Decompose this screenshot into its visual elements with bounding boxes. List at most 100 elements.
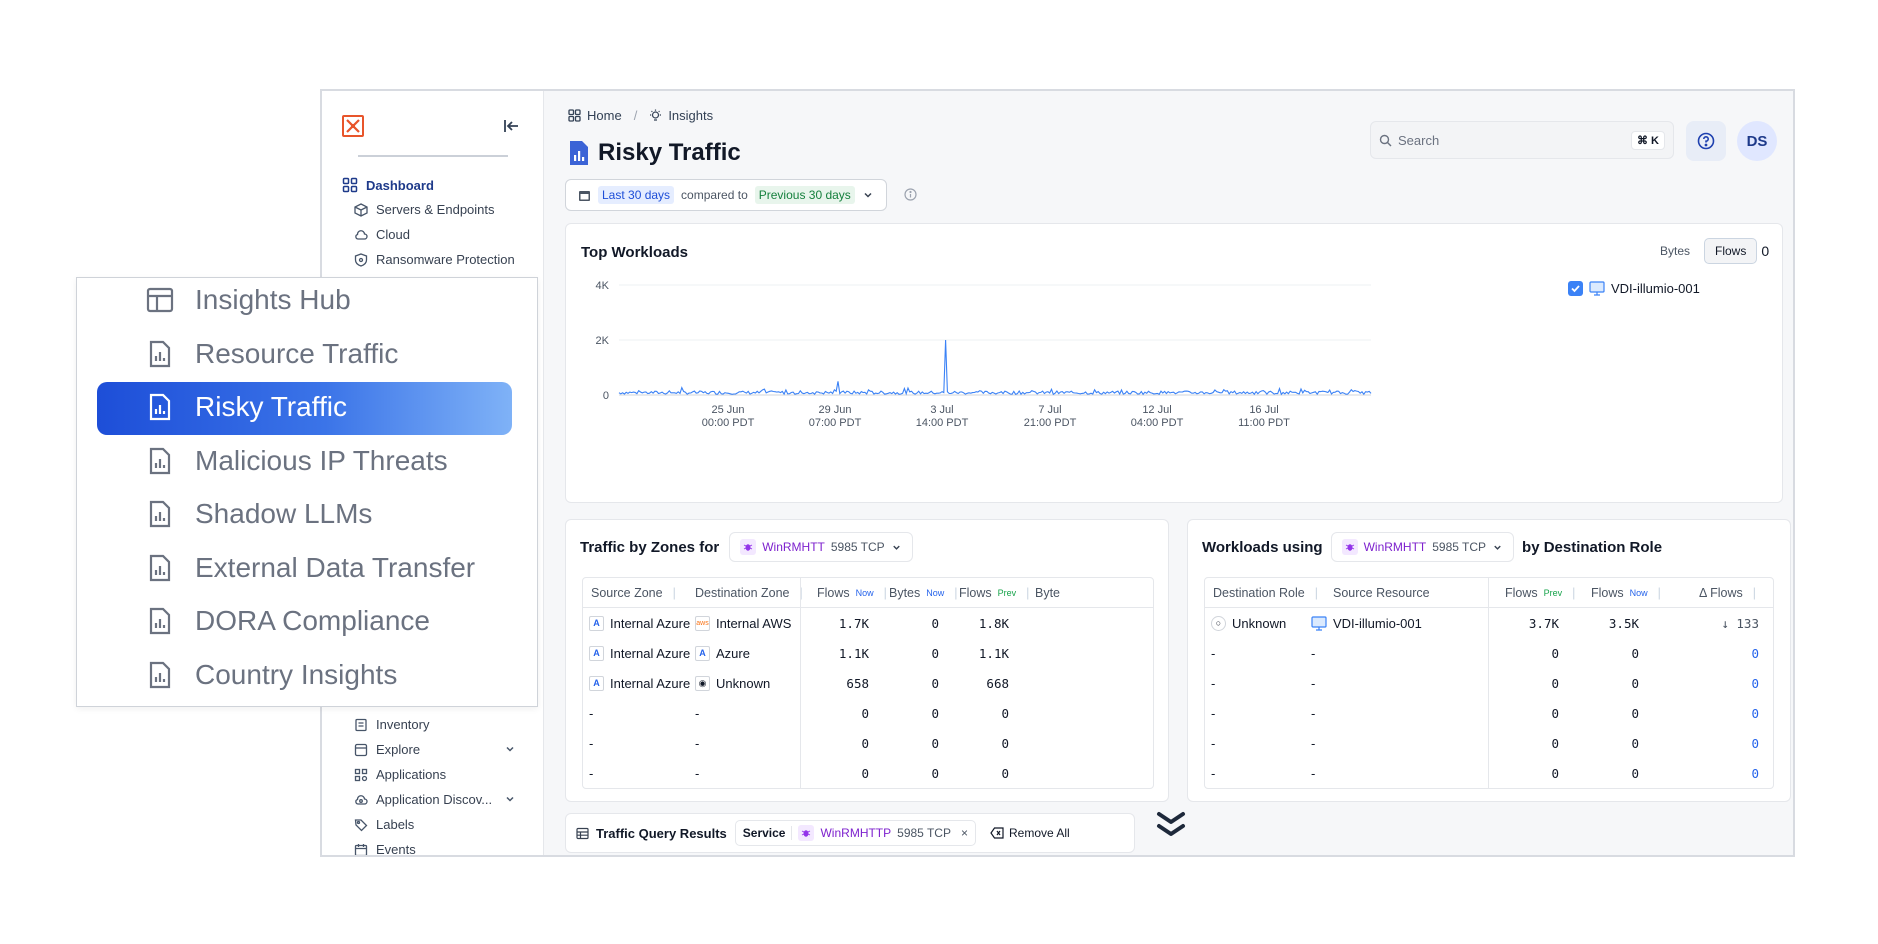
avatar[interactable]: DS bbox=[1737, 121, 1777, 161]
cell-source-zone: - bbox=[589, 765, 594, 781]
top-workloads-title: Top Workloads bbox=[581, 244, 688, 261]
monitor-icon bbox=[1589, 281, 1605, 296]
service-port: 5985 TCP bbox=[830, 540, 885, 554]
tag-icon bbox=[354, 818, 368, 831]
service-bug-icon bbox=[740, 539, 757, 555]
cell-flows-now: 3.5K bbox=[1608, 615, 1639, 631]
insights-menu-item[interactable]: DORA Compliance bbox=[145, 605, 430, 637]
collapse-sidebar-icon[interactable] bbox=[502, 117, 520, 135]
sidebar-item-application-discovery[interactable]: Application Discov... bbox=[354, 792, 530, 807]
date-range-previous: Previous 30 days bbox=[754, 186, 855, 204]
service-selector[interactable]: WinRMHTT 5985 TCP bbox=[1330, 532, 1515, 562]
help-button[interactable] bbox=[1686, 121, 1726, 161]
sidebar-item-applications[interactable]: Applications bbox=[354, 767, 446, 782]
monitor-icon bbox=[1311, 615, 1327, 631]
col-source-resource[interactable]: Source Resource bbox=[1333, 578, 1430, 608]
report-icon bbox=[149, 607, 171, 635]
cell-flows-prev: 0 bbox=[1551, 675, 1559, 691]
table-row[interactable]: - - 0 0 0 bbox=[583, 758, 1153, 788]
chevron-down-icon[interactable] bbox=[504, 743, 516, 755]
insights-menu-item[interactable]: Resource Traffic bbox=[145, 338, 398, 370]
cell-flows-prev: 1.1K bbox=[978, 645, 1009, 661]
col-flows-prev[interactable]: Flows Prev | bbox=[1505, 578, 1575, 608]
chevron-down-icon[interactable] bbox=[504, 793, 516, 805]
cell-flows-now: 0 bbox=[1631, 705, 1639, 721]
sidebar-item-inventory[interactable]: Inventory bbox=[354, 717, 429, 732]
date-range-selector[interactable]: Last 30 days compared to Previous 30 day… bbox=[565, 179, 887, 211]
col-destination-role[interactable]: Destination Role | bbox=[1213, 578, 1318, 608]
table-row[interactable]: - - 0 0 0 bbox=[1205, 698, 1773, 728]
info-icon[interactable] bbox=[904, 188, 917, 201]
table-row[interactable]: - - 0 0 0 bbox=[1205, 758, 1773, 788]
table-row[interactable]: ○ Unknown VDI-illumio-001 3.7K 3.5K ↓ 133 bbox=[1205, 608, 1773, 638]
insights-menu-item[interactable]: Insights Hub bbox=[145, 284, 351, 316]
cell-source-resource: VDI-illumio-001 bbox=[1311, 608, 1422, 638]
double-chevron-down-icon[interactable] bbox=[1155, 810, 1187, 844]
search-input[interactable]: Search ⌘ K bbox=[1370, 121, 1674, 159]
breadcrumb-home[interactable]: Home bbox=[587, 108, 622, 123]
col-source-zone[interactable]: Source Zone | bbox=[591, 578, 676, 608]
col-destination-zone[interactable]: Destination Zone | bbox=[695, 578, 803, 608]
table-row[interactable]: - - 0 0 0 bbox=[583, 698, 1153, 728]
col-flows-prev[interactable]: Flows Prev | bbox=[959, 578, 1029, 608]
cell-bytes-now: 0 bbox=[931, 675, 939, 691]
sidebar-item-ransomware[interactable]: Ransomware Protection bbox=[354, 252, 515, 267]
cell-delta-flows: 0 bbox=[1751, 765, 1759, 781]
col-bytes-now[interactable]: Bytes Now | bbox=[889, 578, 958, 608]
y-tick-label: 4K bbox=[596, 280, 610, 292]
main-content: Home / Insights Risky Traffic Search ⌘ K… bbox=[544, 91, 1793, 855]
table-row[interactable]: - - 0 0 0 bbox=[583, 728, 1153, 758]
toggle-bytes[interactable]: Bytes bbox=[1650, 239, 1700, 263]
col-delta-flows[interactable]: Δ Flows | bbox=[1699, 578, 1756, 608]
cell-flows-prev: 1.8K bbox=[978, 615, 1009, 631]
azure-icon: A bbox=[589, 615, 604, 631]
sidebar-item-dashboard[interactable]: Dashboard bbox=[342, 177, 434, 193]
col-flows-now[interactable]: Flows Now | bbox=[1591, 578, 1661, 608]
top-workloads-card: Top Workloads Bytes Flows 0 VDI-illumio-… bbox=[565, 223, 1783, 503]
x-tick-date: 7 Jul bbox=[1038, 404, 1061, 416]
insights-menu-item[interactable]: Country Insights bbox=[145, 659, 397, 691]
logo-icon[interactable] bbox=[342, 115, 364, 137]
chip-remove-icon[interactable]: × bbox=[961, 826, 968, 840]
sidebar-item-explore[interactable]: Explore bbox=[354, 742, 530, 757]
chart-legend-item[interactable]: VDI-illumio-001 bbox=[1568, 281, 1700, 296]
service-selector[interactable]: WinRMHTT 5985 TCP bbox=[729, 532, 913, 562]
cell-destination-zone: - bbox=[695, 765, 700, 781]
insights-menu-item[interactable]: Malicious IP Threats bbox=[145, 445, 448, 477]
zones-table: Source Zone | Destination Zone | Flows Now |… bbox=[582, 577, 1154, 789]
calendar-icon bbox=[354, 843, 368, 855]
table-row[interactable]: - - 0 0 0 bbox=[1205, 668, 1773, 698]
service-port: 5985 TCP bbox=[1432, 540, 1487, 554]
breadcrumb-separator: / bbox=[633, 108, 638, 123]
cell-destination-role: ○ Unknown bbox=[1211, 608, 1286, 638]
insights-menu-item[interactable]: Risky Traffic bbox=[145, 391, 347, 423]
insights-menu-item[interactable]: External Data Transfer bbox=[145, 552, 475, 584]
report-icon bbox=[149, 393, 171, 421]
sidebar-item-cloud[interactable]: Cloud bbox=[354, 227, 410, 242]
azure-icon: A bbox=[589, 645, 604, 661]
table-row[interactable]: A Internal Azure ◉ Unknown 658 0 668 bbox=[583, 668, 1153, 698]
toggle-flows[interactable]: Flows bbox=[1704, 238, 1758, 264]
x-tick-date: 25 Jun bbox=[711, 404, 744, 416]
table-row[interactable]: A Internal Azure A Azure 1.1K 0 1.1K bbox=[583, 638, 1153, 668]
service-filter-chip[interactable]: Service WinRMHTTP 5985 TCP × bbox=[734, 820, 976, 846]
x-tick-time: 04:00 PDT bbox=[1131, 417, 1184, 429]
zones-title: Traffic by Zones for bbox=[580, 538, 720, 556]
sidebar-item-servers[interactable]: Servers & Endpoints bbox=[354, 202, 495, 217]
workloads-by-role-card: Workloads using WinRMHTT 5985 TCP by Des… bbox=[1187, 519, 1791, 802]
checkbox-checked-icon[interactable] bbox=[1568, 281, 1583, 296]
table-row[interactable]: A Internal Azure aws Internal AWS 1.7K 0 1.8K bbox=[583, 608, 1153, 638]
table-row[interactable]: - - 0 0 0 bbox=[1205, 728, 1773, 758]
sidebar-item-labels[interactable]: Labels bbox=[354, 817, 414, 832]
insights-menu-item[interactable]: Shadow LLMs bbox=[145, 498, 372, 530]
col-bytes-prev[interactable]: Byte bbox=[1035, 578, 1060, 608]
service-name: WinRMHTT bbox=[1363, 540, 1427, 554]
breadcrumb-insights[interactable]: Insights bbox=[668, 108, 713, 123]
col-flows-now[interactable]: Flows Now | bbox=[817, 578, 887, 608]
table-row[interactable]: - - 0 0 0 bbox=[1205, 638, 1773, 668]
cell-flows-prev: 0 bbox=[1551, 765, 1559, 781]
search-shortcut: ⌘ K bbox=[1631, 130, 1665, 150]
sidebar-item-label: Ransomware Protection bbox=[376, 252, 515, 267]
remove-all-button[interactable]: Remove All bbox=[990, 826, 1070, 840]
sidebar-item-events[interactable]: Events bbox=[354, 842, 416, 855]
